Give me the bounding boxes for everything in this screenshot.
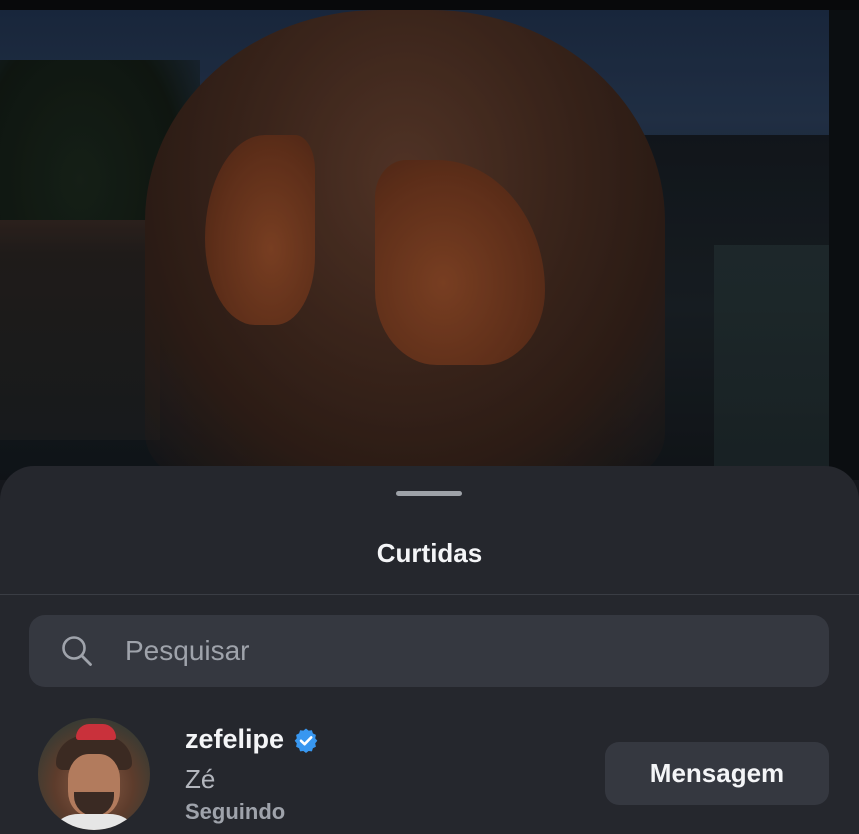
username-line[interactable]: zefelipe bbox=[185, 724, 319, 755]
search-box[interactable] bbox=[29, 615, 829, 687]
list-item[interactable]: zefelipe Zé Seguindo Mensagem bbox=[0, 714, 859, 834]
search-input[interactable] bbox=[125, 615, 805, 687]
search-icon bbox=[62, 636, 92, 666]
divider bbox=[0, 594, 859, 595]
avatar-cap bbox=[76, 724, 116, 740]
follow-status: Seguindo bbox=[185, 799, 286, 824]
likes-bottom-sheet: Curtidas zefelipe bbox=[0, 466, 859, 834]
message-button[interactable]: Mensagem bbox=[605, 742, 829, 805]
full-name: Zé bbox=[185, 764, 216, 794]
photo-dim-overlay bbox=[0, 0, 859, 480]
avatar-shirt bbox=[48, 814, 140, 830]
drag-handle[interactable] bbox=[396, 491, 462, 496]
screen: Curtidas zefelipe bbox=[0, 0, 859, 834]
verified-badge-icon bbox=[294, 728, 318, 753]
post-photo[interactable] bbox=[0, 0, 859, 480]
sheet-title: Curtidas bbox=[376, 538, 483, 568]
username[interactable]: zefelipe bbox=[185, 724, 284, 755]
avatar[interactable] bbox=[38, 718, 150, 830]
